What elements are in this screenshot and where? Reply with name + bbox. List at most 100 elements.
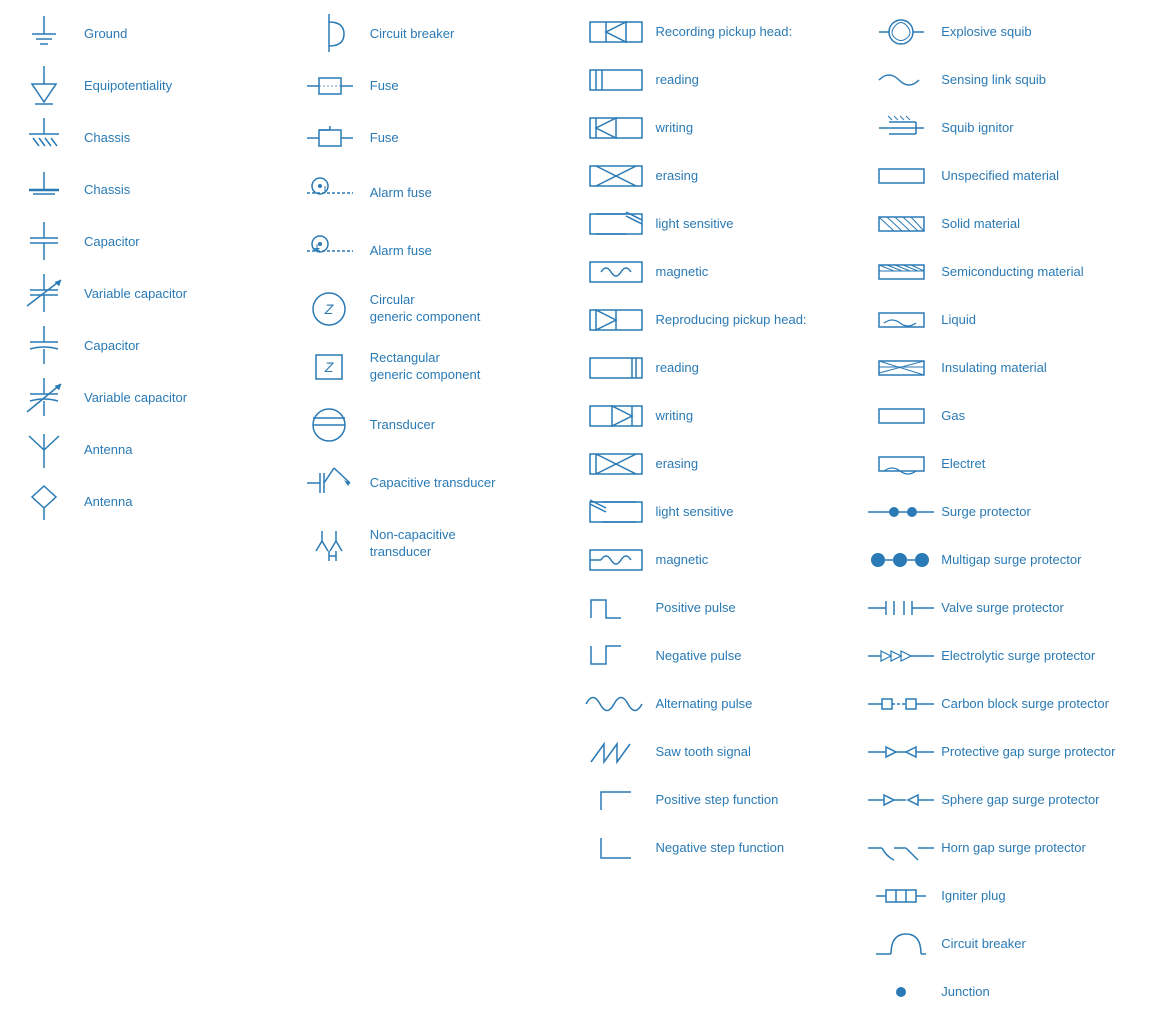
label-explosive-squib: Explosive squib: [941, 24, 1031, 41]
label-alternating-pulse: Alternating pulse: [656, 696, 753, 713]
item-circuit-breaker2: Circuit breaker: [867, 922, 1153, 966]
label-rep-writing: writing: [656, 408, 694, 425]
symbol-valve-surge: [871, 593, 931, 623]
symbol-capacitor2: [14, 324, 74, 368]
symbol-rec-erasing: [586, 158, 646, 194]
item-surge-protector: Surge protector: [867, 490, 1153, 534]
item-transducer: Transducer: [296, 398, 582, 452]
item-solid-material: Solid material: [867, 202, 1153, 246]
label-junction: Junction: [941, 984, 989, 1001]
label-semiconducting-material: Semiconducting material: [941, 264, 1083, 281]
item-rep-erasing: erasing: [582, 442, 868, 486]
label-gas: Gas: [941, 408, 965, 425]
symbol-horn-gap-surge: [871, 830, 931, 866]
label-ground: Ground: [84, 26, 127, 43]
symbol-rec-light-sensitive: [586, 206, 646, 242]
item-rec-light-sensitive: light sensitive: [582, 202, 868, 246]
symbol-igniter-plug: [871, 878, 931, 914]
label-equipotentiality: Equipotentiality: [84, 78, 172, 95]
item-saw-tooth: Saw tooth signal: [582, 730, 868, 774]
item-electrolytic-surge: Electrolytic surge protector: [867, 634, 1153, 678]
symbol-alternating-pulse: [586, 686, 646, 722]
item-rep-writing: writing: [582, 394, 868, 438]
item-non-capacitive-transducer: Non-capacitive transducer: [296, 514, 582, 573]
label-antenna1: Antenna: [84, 442, 132, 459]
symbol-explosive-squib: [871, 14, 931, 50]
label-alarm-fuse2: Alarm fuse: [370, 243, 432, 260]
item-alarm-fuse2: Alarm fuse: [296, 224, 582, 278]
item-liquid: Liquid: [867, 298, 1153, 342]
symbol-recording-head: [586, 14, 646, 50]
symbol-solid-material: [871, 209, 931, 239]
symbol-variable-capacitor1: [14, 272, 74, 316]
symbol-circular-generic: Z: [300, 284, 360, 334]
item-chassis2: Chassis: [10, 166, 296, 214]
label-rec-writing: writing: [656, 120, 694, 137]
item-rep-magnetic: magnetic: [582, 538, 868, 582]
label-horn-gap-surge: Horn gap surge protector: [941, 840, 1086, 857]
label-rec-erasing: erasing: [656, 168, 699, 185]
symbol-rep-magnetic: [586, 542, 646, 578]
label-reproducing-head: Reproducing pickup head:: [656, 312, 807, 329]
symbol-rep-reading: [586, 350, 646, 386]
label-alarm-fuse1: Alarm fuse: [370, 185, 432, 202]
svg-text:Z: Z: [324, 359, 334, 375]
item-insulating-material: Insulating material: [867, 346, 1153, 390]
label-rep-erasing: erasing: [656, 456, 699, 473]
item-junction: Junction: [867, 970, 1153, 1014]
label-negative-pulse: Negative pulse: [656, 648, 742, 665]
symbol-positive-step: [586, 782, 646, 818]
symbol-non-capacitive-transducer: [300, 516, 360, 571]
symbol-circuit-breaker: [300, 12, 360, 56]
symbol-chassis1: [14, 116, 74, 160]
column-2: Circuit breaker Fuse: [296, 10, 582, 1014]
item-capacitor1: Capacitor: [10, 218, 296, 266]
symbol-fuse2: [300, 116, 360, 160]
item-capacitive-transducer: Capacitive transducer: [296, 456, 582, 510]
item-circuit-breaker: Circuit breaker: [296, 10, 582, 58]
label-unspecified-material: Unspecified material: [941, 168, 1059, 185]
label-rep-reading: reading: [656, 360, 699, 377]
symbol-sphere-gap-surge: [871, 785, 931, 815]
symbol-rep-writing: [586, 398, 646, 434]
symbol-saw-tooth: [586, 734, 646, 770]
symbol-reproducing-head: [586, 302, 646, 338]
item-rectangular-generic: Z Rectangular generic component: [296, 340, 582, 394]
label-fuse2: Fuse: [370, 130, 399, 147]
label-circular-generic: Circular generic component: [370, 292, 481, 326]
label-non-capacitive-transducer: Non-capacitive transducer: [370, 527, 456, 561]
item-fuse2: Fuse: [296, 114, 582, 162]
symbol-protective-gap-surge: [871, 737, 931, 767]
item-chassis1: Chassis: [10, 114, 296, 162]
item-antenna2: Antenna: [10, 478, 296, 526]
symbol-rep-light-sensitive: [586, 494, 646, 530]
item-multigap-surge: Multigap surge protector: [867, 538, 1153, 582]
item-rec-writing: writing: [582, 106, 868, 150]
label-surge-protector: Surge protector: [941, 504, 1031, 521]
item-semiconducting-material: Semiconducting material: [867, 250, 1153, 294]
symbol-capacitive-transducer: [300, 458, 360, 508]
item-circular-generic: Z Circular generic component: [296, 282, 582, 336]
label-rec-reading: reading: [656, 72, 699, 89]
item-ground: Ground: [10, 10, 296, 58]
symbol-alarm-fuse1: [300, 168, 360, 218]
symbol-gas: [871, 401, 931, 431]
item-igniter-plug: Igniter plug: [867, 874, 1153, 918]
item-negative-pulse: Negative pulse: [582, 634, 868, 678]
symbol-antenna1: [14, 428, 74, 472]
label-electrolytic-surge: Electrolytic surge protector: [941, 648, 1095, 665]
label-positive-pulse: Positive pulse: [656, 600, 736, 617]
label-sensing-link-squib: Sensing link squib: [941, 72, 1046, 89]
label-recording-head: Recording pickup head:: [656, 24, 793, 41]
svg-text:Z: Z: [324, 301, 334, 317]
symbol-ground: [14, 12, 74, 56]
symbol-electrolytic-surge: [871, 641, 931, 671]
symbol-rec-reading: [586, 62, 646, 98]
symbol-carbon-block-surge: [871, 689, 931, 719]
symbol-positive-pulse: [586, 590, 646, 626]
item-rep-reading: reading: [582, 346, 868, 390]
label-capacitive-transducer: Capacitive transducer: [370, 475, 496, 492]
label-variable-capacitor1: Variable capacitor: [84, 286, 187, 303]
label-positive-step: Positive step function: [656, 792, 779, 809]
label-multigap-surge: Multigap surge protector: [941, 552, 1081, 569]
